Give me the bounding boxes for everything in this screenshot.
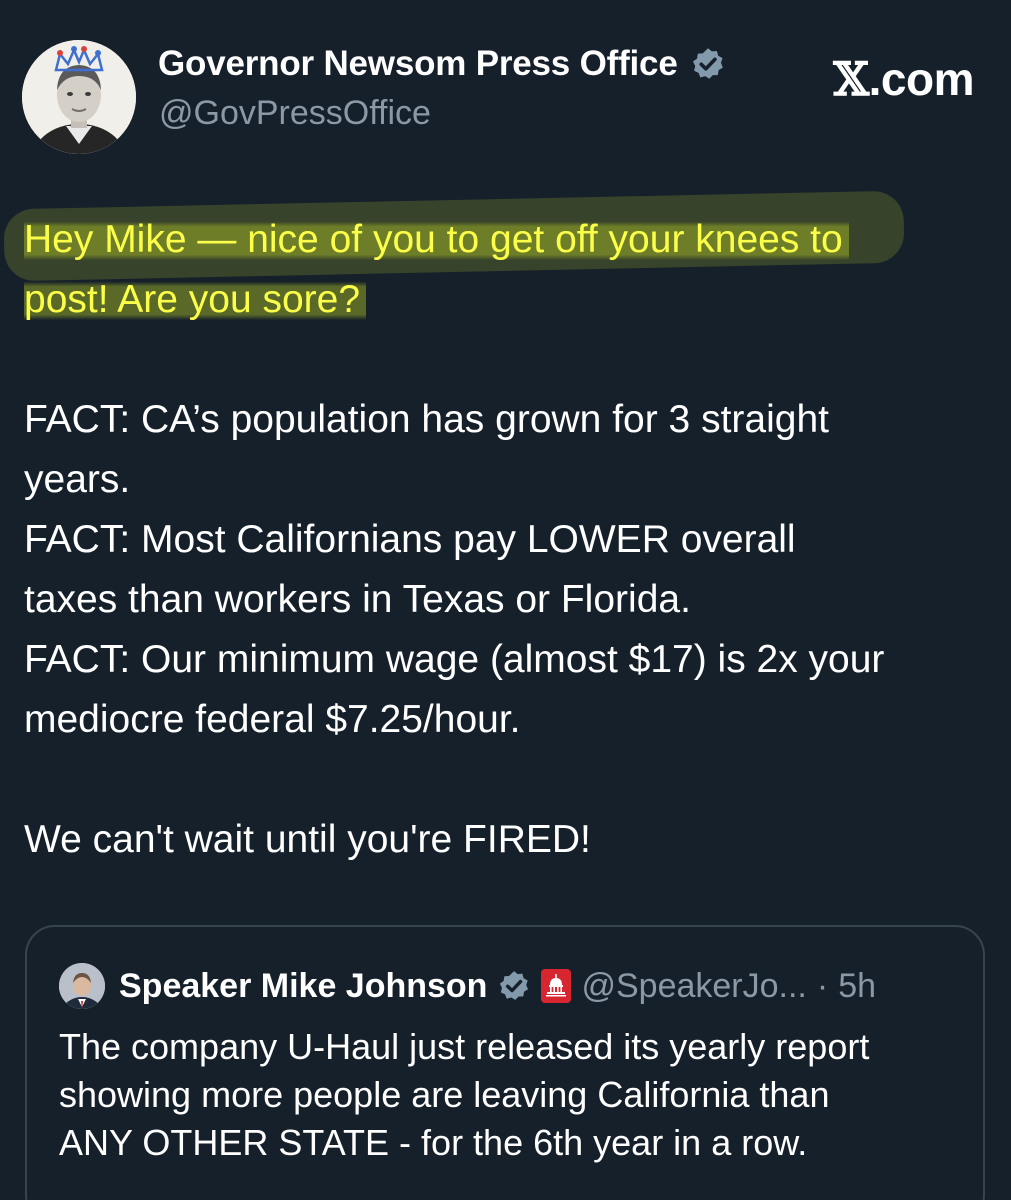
quoted-author-handle[interactable]: @SpeakerJo... — [581, 967, 806, 1006]
fact-line: FACT: Our minimum wage (almost $17) is 2… — [24, 638, 885, 681]
fact-line: FACT: CA’s population has grown for 3 st… — [24, 398, 829, 441]
fact-line: FACT: Most Californians pay LOWER overal… — [24, 518, 796, 561]
quoted-tweet-card[interactable]: Speaker Mike Johnson @SpeakerJo... · 5h … — [25, 925, 985, 1200]
verified-badge-icon[interactable] — [690, 46, 726, 82]
x-logo-icon: 𝕏 — [833, 52, 869, 106]
tweet-line-highlight-1: Hey Mike — nice of you to get off your k… — [24, 210, 994, 270]
author-avatar[interactable] — [22, 40, 136, 154]
speaker-portrait-icon — [59, 963, 105, 1009]
affiliate-badge[interactable] — [541, 969, 572, 1003]
author-name-line: Governor Newsom Press Office — [158, 44, 726, 84]
author-handle[interactable]: @GovPressOffice — [159, 94, 431, 133]
verified-badge-icon[interactable] — [497, 969, 531, 1003]
x-com-watermark: 𝕏.com — [833, 52, 974, 106]
quoted-author-avatar[interactable] — [59, 963, 105, 1009]
fact-line: years. — [24, 458, 131, 501]
quoted-tweet-timestamp[interactable]: 5h — [838, 967, 876, 1006]
tweet-body: Hey Mike — nice of you to get off your k… — [24, 210, 994, 870]
highlighted-text: post! Are you sore? — [24, 278, 367, 321]
fact-line: mediocre federal $7.25/hour. — [24, 698, 521, 741]
quoted-author-name[interactable]: Speaker Mike Johnson — [119, 967, 487, 1006]
quoted-tweet-text: The company U-Haul just released its yea… — [59, 1023, 959, 1167]
quoted-text-line: The company U-Haul just released its yea… — [59, 1026, 870, 1067]
fact-line: taxes than workers in Texas or Florida. — [24, 578, 691, 621]
quoted-tweet-header: Speaker Mike Johnson @SpeakerJo... · 5h — [59, 963, 876, 1009]
tweet-header: Governor Newsom Press Office @GovPressOf… — [22, 36, 992, 154]
quoted-text-line: ANY OTHER STATE - for the 6th year in a … — [59, 1122, 808, 1163]
quoted-text-line: showing more people are leaving Californ… — [59, 1074, 830, 1115]
closing-line: We can't wait until you're FIRED! — [24, 818, 591, 861]
separator-dot: · — [816, 966, 829, 1005]
highlighted-text: Hey Mike — nice of you to get off your k… — [24, 218, 849, 261]
portrait-with-crown-icon — [22, 40, 136, 154]
tweet-line-highlight-2: post! Are you sore? — [24, 270, 994, 330]
x-com-suffix: .com — [868, 53, 975, 105]
capitol-building-icon — [546, 974, 567, 997]
author-display-name[interactable]: Governor Newsom Press Office — [158, 44, 678, 84]
